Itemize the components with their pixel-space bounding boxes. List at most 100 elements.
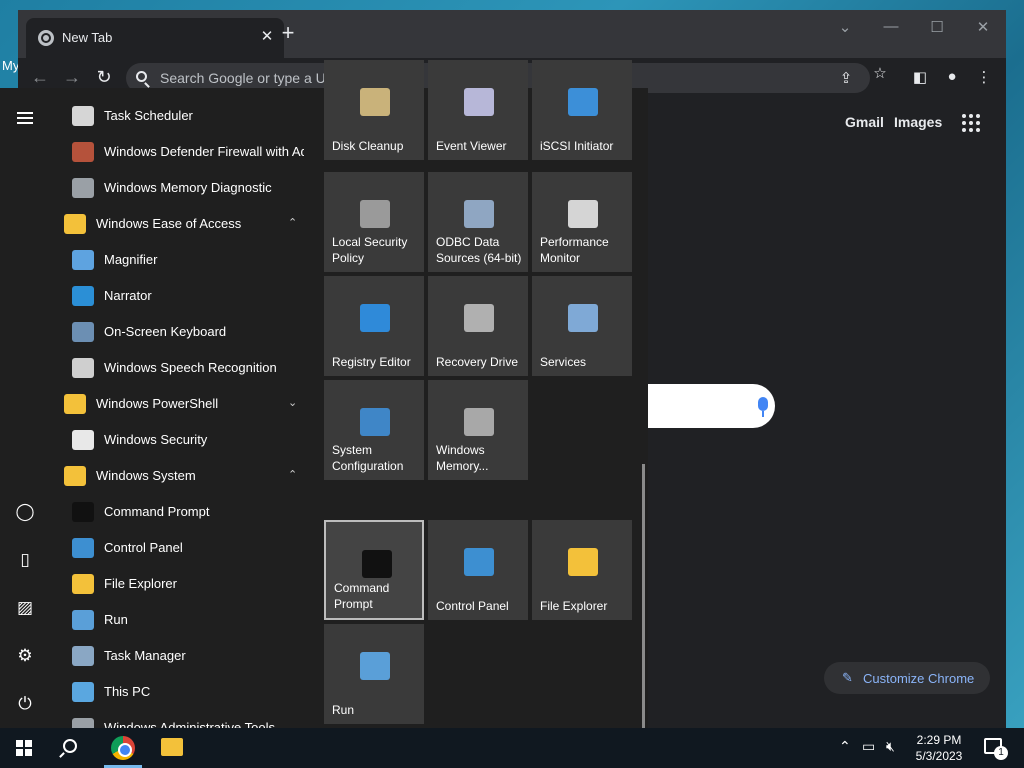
folder-icon [568,548,598,576]
side-panel-icon[interactable]: ◧ [910,68,930,86]
desktop-icon-label[interactable]: My [2,58,19,73]
control-panel-icon [464,548,494,576]
start-app-item[interactable]: Command Prompt [50,494,312,530]
tab-search-chevron-icon[interactable]: ⌄ [830,18,860,36]
start-tile-label: ODBC Data Sources (64-bit) [436,235,522,265]
start-app-item[interactable]: Control Panel [50,530,312,566]
start-tile[interactable]: Control Panel [428,520,528,620]
start-tile[interactable]: Performance Monitor [532,172,632,272]
start-tile[interactable]: Disk Cleanup [324,60,424,160]
hamburger-menu-icon[interactable] [17,112,33,124]
admin-tools-icon [72,718,94,728]
microphone-icon[interactable] [758,397,768,417]
start-app-item[interactable]: File Explorer [50,566,312,602]
start-app-item[interactable]: On-Screen Keyboard [50,314,312,350]
start-app-item[interactable]: Windows Ease of Access ⌃ [50,206,312,242]
profile-icon[interactable]: ● [942,68,962,85]
start-app-label: Windows Memory Diagnostic [104,180,272,195]
start-app-label: Command Prompt [104,504,210,519]
chrome-taskbar-icon[interactable] [111,736,135,760]
start-app-label: Task Scheduler [104,108,193,123]
network-icon[interactable]: ▭ [862,738,875,755]
start-tile-label: Command Prompt [334,581,390,611]
pictures-icon[interactable]: ▨ [13,596,37,620]
menu-kebab-icon[interactable]: ⋮ [974,68,994,86]
start-app-item[interactable]: Windows Speech Recognition [50,350,312,386]
back-arrow-icon[interactable]: ← [28,67,52,88]
close-window-icon[interactable]: ✕ [968,18,998,36]
start-app-item[interactable]: Windows Administrative Tools [50,710,312,728]
start-scrollbar[interactable] [642,464,645,768]
start-tile[interactable]: Windows Memory... [428,380,528,480]
start-tile[interactable]: Services [532,276,632,376]
system-clock[interactable]: 2:29 PM 5/3/2023 [904,732,974,764]
start-app-item[interactable]: Magnifier [50,242,312,278]
customize-chrome-button[interactable]: ✎ Customize Chrome [824,662,990,694]
taskbar: ⌃ ▭ 🔇︎ 2:29 PM 5/3/2023 1 [0,728,1024,768]
start-app-label: Windows Administrative Tools [104,720,275,728]
start-app-item[interactable]: Windows Defender Firewall with Ad... [50,134,312,170]
start-tile[interactable]: Event Viewer [428,60,528,160]
share-icon[interactable]: ⇪ [836,69,856,87]
clock-time: 2:29 PM [916,733,962,747]
start-tile[interactable]: Command Prompt [324,520,424,620]
gears-icon [568,304,598,332]
reload-icon[interactable]: ↻ [92,67,116,88]
start-tile[interactable]: Run [324,624,424,724]
start-app-item[interactable]: Windows Security [50,422,312,458]
start-tile[interactable]: Local Security Policy [324,172,424,272]
power-icon[interactable]: ⏻ [13,692,37,716]
volume-muted-icon[interactable]: 🔇︎ [886,738,895,755]
folder-chevron-icon[interactable]: ⌄ [288,396,297,409]
minimize-icon[interactable]: — [876,18,906,35]
start-tile-label: Registry Editor [332,355,411,369]
control-panel-icon [72,538,94,558]
show-hidden-icons-chevron-icon[interactable]: ⌃ [839,738,851,755]
taskbar-search-icon[interactable] [63,739,77,753]
start-app-label: Windows Speech Recognition [104,360,277,375]
start-menu: ◯ ▯ ▨ ⚙ ⏻ Task Scheduler Windows Defender… [0,60,648,768]
start-tile[interactable]: Recovery Drive [428,276,528,376]
gauge-icon [568,200,598,228]
new-tab-button[interactable]: + [276,22,300,44]
gmail-link[interactable]: Gmail [845,114,884,130]
google-apps-icon[interactable] [962,114,980,132]
start-tile[interactable]: iSCSI Initiator [532,60,632,160]
tab-new-tab[interactable]: New Tab ✕ [26,18,284,58]
bookmark-star-icon[interactable]: ☆ [870,64,890,82]
database-icon [464,200,494,228]
clock-icon [72,106,94,126]
start-app-item[interactable]: Run [50,602,312,638]
firewall-icon [72,142,94,162]
app-list: Task Scheduler Windows Defender Firewall … [50,88,312,728]
start-tile[interactable]: System Configuration [324,380,424,480]
start-app-item[interactable]: Windows Memory Diagnostic [50,170,312,206]
start-tile-label: Performance Monitor [540,235,609,265]
images-link[interactable]: Images [894,114,942,130]
notification-count-badge: 1 [994,746,1008,760]
documents-icon[interactable]: ▯ [13,548,37,572]
forward-arrow-icon[interactable]: → [60,67,84,88]
start-app-item[interactable]: This PC [50,674,312,710]
folder-chevron-icon[interactable]: ⌃ [288,468,297,481]
start-app-item[interactable]: Task Manager [50,638,312,674]
start-app-item[interactable]: Narrator [50,278,312,314]
maximize-icon[interactable]: ☐ [922,18,952,36]
start-tile-label: iSCSI Initiator [540,139,614,153]
start-app-item[interactable]: Task Scheduler [50,98,312,134]
file-explorer-taskbar-icon[interactable] [161,738,183,756]
user-account-icon[interactable]: ◯ [13,500,37,524]
start-tile-label: Services [540,355,587,369]
start-tile[interactable]: File Explorer [532,520,632,620]
disk-cleanup-icon [360,88,390,116]
settings-gear-icon[interactable]: ⚙ [13,644,37,668]
windows-start-icon[interactable] [16,740,32,756]
start-app-item[interactable]: Windows PowerShell ⌄ [50,386,312,422]
start-tile[interactable]: ODBC Data Sources (64-bit) [428,172,528,272]
start-tile[interactable]: Registry Editor [324,276,424,376]
start-app-item[interactable]: Windows System ⌃ [50,458,312,494]
terminal-icon [72,502,94,522]
narrator-icon [72,286,94,306]
tab-close-icon[interactable]: ✕ [258,27,276,45]
folder-chevron-icon[interactable]: ⌃ [288,216,297,229]
